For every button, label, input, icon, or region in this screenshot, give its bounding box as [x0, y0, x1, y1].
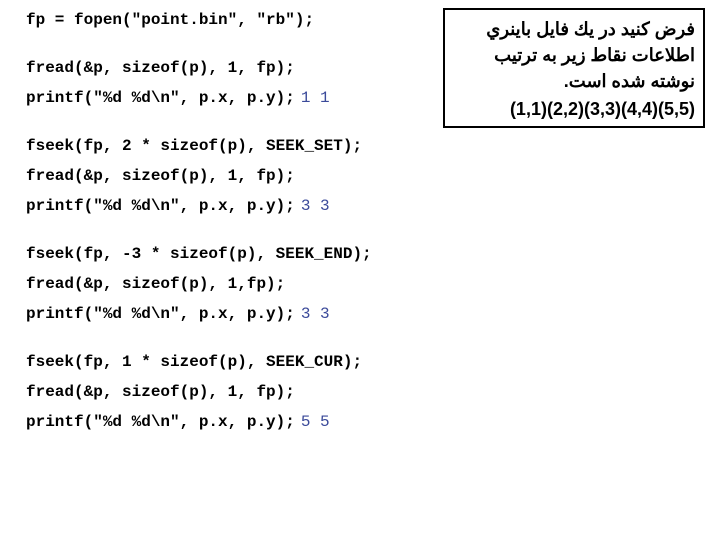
code-text: fread(&p, sizeof(p), 1, fp); [26, 383, 295, 401]
annotation-line-2: اطلاعات نقاط زير به ترتيب [453, 42, 695, 68]
code-text: printf("%d %d\n", p.x, p.y); [26, 413, 295, 431]
code-line: fseek(fp, 2 * sizeof(p), SEEK_SET); [26, 138, 706, 154]
annotation-line-1: فرض كنيد در يك فايل باينري [453, 16, 695, 42]
code-line: printf("%d %d\n", p.x, p.y); 3 3 [26, 198, 706, 214]
code-text: printf("%d %d\n", p.x, p.y); [26, 305, 295, 323]
annotation-coords: (1,1)(2,2)(3,3)(4,4)(5,5) [453, 96, 695, 122]
output-value: 1 1 [301, 89, 330, 107]
code-text: fseek(fp, 1 * sizeof(p), SEEK_CUR); [26, 353, 362, 371]
code-line: printf("%d %d\n", p.x, p.y); 3 3 [26, 306, 706, 322]
code-text: fread(&p, sizeof(p), 1, fp); [26, 59, 295, 77]
code-line: fseek(fp, -3 * sizeof(p), SEEK_END); [26, 246, 706, 262]
code-line: fseek(fp, 1 * sizeof(p), SEEK_CUR); [26, 354, 706, 370]
code-line: fread(&p, sizeof(p), 1, fp); [26, 384, 706, 400]
code-text: fseek(fp, -3 * sizeof(p), SEEK_END); [26, 245, 372, 263]
code-line: printf("%d %d\n", p.x, p.y); 5 5 [26, 414, 706, 430]
code-text: fseek(fp, 2 * sizeof(p), SEEK_SET); [26, 137, 362, 155]
code-text: fread(&p, sizeof(p), 1, fp); [26, 167, 295, 185]
code-text: printf("%d %d\n", p.x, p.y); [26, 197, 295, 215]
annotation-line-3: نوشته شده است. [453, 68, 695, 94]
code-line: fread(&p, sizeof(p), 1,fp); [26, 276, 706, 292]
code-text: printf("%d %d\n", p.x, p.y); [26, 89, 295, 107]
code-text: fread(&p, sizeof(p), 1,fp); [26, 275, 285, 293]
code-text: fp = fopen("point.bin", "rb"); [26, 11, 314, 29]
annotation-box: فرض كنيد در يك فايل باينري اطلاعات نقاط … [443, 8, 705, 128]
output-value: 3 3 [301, 197, 330, 215]
output-value: 5 5 [301, 413, 330, 431]
code-line: fread(&p, sizeof(p), 1, fp); [26, 168, 706, 184]
output-value: 3 3 [301, 305, 330, 323]
